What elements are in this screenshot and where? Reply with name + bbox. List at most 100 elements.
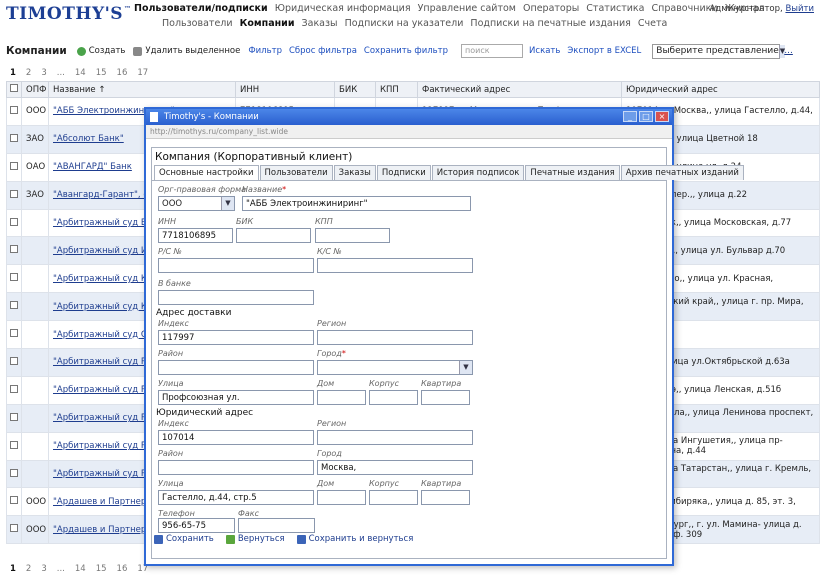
subnav-item-orders[interactable]: Заказы — [302, 18, 338, 29]
company-name-link[interactable]: "АВАНГАРД" Банк — [53, 162, 132, 172]
company-name-link[interactable]: "Арбитражный суд Вор — [53, 218, 157, 228]
delivery-index-field[interactable]: 117997 — [158, 330, 314, 345]
create-button[interactable]: Создать — [76, 46, 125, 56]
row-checkbox[interactable] — [10, 412, 18, 421]
column-header-kpp[interactable]: КПП — [375, 81, 418, 98]
nav-item-references[interactable]: Справочники — [652, 3, 718, 14]
page-link[interactable]: 1 — [10, 68, 16, 78]
save-and-back-button[interactable]: Сохранить и вернуться — [296, 534, 413, 544]
row-checkbox-cell[interactable] — [6, 403, 22, 433]
reset-filter-link[interactable]: Сброс фильтра — [289, 46, 357, 56]
more-views-link[interactable]: ... — [784, 46, 793, 56]
subnav-item-invoices[interactable]: Счета — [638, 18, 667, 29]
fax-field[interactable] — [238, 518, 315, 533]
company-name-link[interactable]: "Ардашев и Партнеры" — [53, 497, 157, 507]
delivery-district-field[interactable] — [158, 360, 314, 375]
ks-field[interactable] — [317, 258, 473, 273]
row-checkbox-cell[interactable] — [6, 208, 22, 238]
view-select[interactable]: Выберите представление ▼ — [652, 43, 786, 59]
company-name-link[interactable]: "Арбитражный суд Кра — [53, 302, 158, 312]
nav-item-legal-info[interactable]: Юридическая информация — [275, 3, 411, 14]
row-checkbox[interactable] — [10, 440, 18, 449]
select-all-checkbox-cell[interactable] — [6, 81, 22, 98]
legal-apartment-field[interactable] — [421, 490, 470, 505]
legal-region-field[interactable] — [317, 430, 473, 445]
row-checkbox[interactable] — [10, 384, 18, 393]
nav-item-operators[interactable]: Операторы — [523, 3, 579, 14]
delivery-street-field[interactable]: Профсоюзная ул. — [158, 390, 314, 405]
company-name-link[interactable]: "Арбитражный суд Рес — [53, 413, 156, 423]
page-link[interactable]: 3 — [41, 68, 46, 78]
row-checkbox[interactable] — [10, 189, 18, 198]
row-checkbox-cell[interactable] — [6, 487, 22, 517]
tab-general-settings[interactable]: Основные настройки — [154, 165, 259, 180]
delivery-apartment-field[interactable] — [421, 390, 470, 405]
row-checkbox[interactable] — [10, 468, 18, 477]
nav-item-site-management[interactable]: Управление сайтом — [418, 3, 516, 14]
page-link[interactable]: 16 — [117, 564, 128, 574]
search-input[interactable]: поиск — [461, 44, 524, 58]
window-titlebar[interactable]: Timothy's - Компании _ □ × — [146, 109, 672, 125]
delete-selected-button[interactable]: Удалить выделенное — [133, 46, 240, 56]
row-checkbox[interactable] — [10, 356, 18, 365]
row-checkbox[interactable] — [10, 133, 18, 142]
column-header-actual-address[interactable]: Фактический адрес — [417, 81, 622, 98]
row-checkbox[interactable] — [10, 524, 18, 533]
inn-field[interactable]: 7718106895 — [158, 228, 233, 243]
company-name-link[interactable]: "Арбитражный суд Ирк — [53, 246, 158, 256]
tab-print-archive[interactable]: Архив печатных изданий — [620, 165, 744, 180]
company-name-link[interactable]: "Ардашев и Партнеры" — [53, 525, 157, 535]
logout-link[interactable]: Выйти — [785, 4, 814, 14]
company-name-link[interactable]: "Арбитражный суд Рес — [53, 469, 156, 479]
row-checkbox-cell[interactable] — [6, 320, 22, 350]
column-header-opf[interactable]: ОПФ — [21, 81, 49, 98]
column-header-legal-address[interactable]: Юридический адрес — [621, 81, 820, 98]
delivery-building-field[interactable] — [369, 390, 418, 405]
legal-city-field[interactable]: Москва, — [317, 460, 473, 475]
row-checkbox-cell[interactable] — [6, 236, 22, 266]
delivery-house-field[interactable] — [317, 390, 366, 405]
close-icon[interactable]: × — [655, 111, 669, 122]
legal-district-field[interactable] — [158, 460, 314, 475]
row-checkbox[interactable] — [10, 217, 18, 226]
row-checkbox-cell[interactable] — [6, 515, 22, 545]
page-link[interactable]: 14 — [75, 564, 86, 574]
nav-item-users-subscriptions[interactable]: Пользователи/подписки — [134, 3, 268, 14]
row-checkbox[interactable] — [10, 301, 18, 310]
row-checkbox[interactable] — [10, 161, 18, 170]
delivery-city-select[interactable]: ▼ — [317, 360, 473, 375]
page-link[interactable]: 14 — [75, 68, 86, 78]
filter-link[interactable]: Фильтр — [248, 46, 282, 56]
legal-street-field[interactable]: Гастелло, д.44, стр.5 — [158, 490, 314, 505]
row-checkbox-cell[interactable] — [6, 292, 22, 322]
row-checkbox-cell[interactable] — [6, 152, 22, 182]
back-button[interactable]: Вернуться — [225, 534, 285, 544]
subnav-item-print-subscriptions[interactable]: Подписки на печатные издания — [470, 18, 630, 29]
row-checkbox-cell[interactable] — [6, 97, 22, 126]
row-checkbox-cell[interactable] — [6, 264, 22, 294]
row-checkbox[interactable] — [10, 245, 18, 254]
row-checkbox-cell[interactable] — [6, 375, 22, 405]
kpp-field[interactable] — [315, 228, 390, 243]
company-name-link[interactable]: "Арбитражный суд Рес — [53, 385, 156, 395]
phone-field[interactable]: 956-65-75 — [158, 518, 235, 533]
company-name-link[interactable]: "Арбитражный суд Оре — [53, 330, 158, 340]
tab-subscription-history[interactable]: История подписок — [431, 165, 525, 180]
column-header-bik[interactable]: БИК — [334, 81, 376, 98]
row-checkbox-cell[interactable] — [6, 459, 22, 489]
tab-orders[interactable]: Заказы — [333, 165, 376, 180]
rs-field[interactable] — [158, 258, 314, 273]
logo[interactable]: TIMOTHY'S™ — [6, 4, 132, 24]
select-all-checkbox[interactable] — [10, 84, 18, 92]
tab-users[interactable]: Пользователи — [259, 165, 333, 180]
page-link[interactable]: 15 — [96, 68, 107, 78]
tab-print-editions[interactable]: Печатные издания — [525, 165, 620, 180]
subnav-item-users[interactable]: Пользователи — [162, 18, 233, 29]
row-checkbox[interactable] — [10, 105, 18, 114]
company-name-link[interactable]: "Авангард-Гарант", стр — [53, 190, 158, 200]
row-checkbox-cell[interactable] — [6, 348, 22, 377]
row-checkbox-cell[interactable] — [6, 431, 22, 461]
column-header-name[interactable]: Название ↑ — [48, 81, 236, 98]
company-name-link[interactable]: "Абсолют Банк" — [53, 134, 124, 144]
name-field[interactable]: "АББ Электроинжиниринг" — [242, 196, 471, 211]
